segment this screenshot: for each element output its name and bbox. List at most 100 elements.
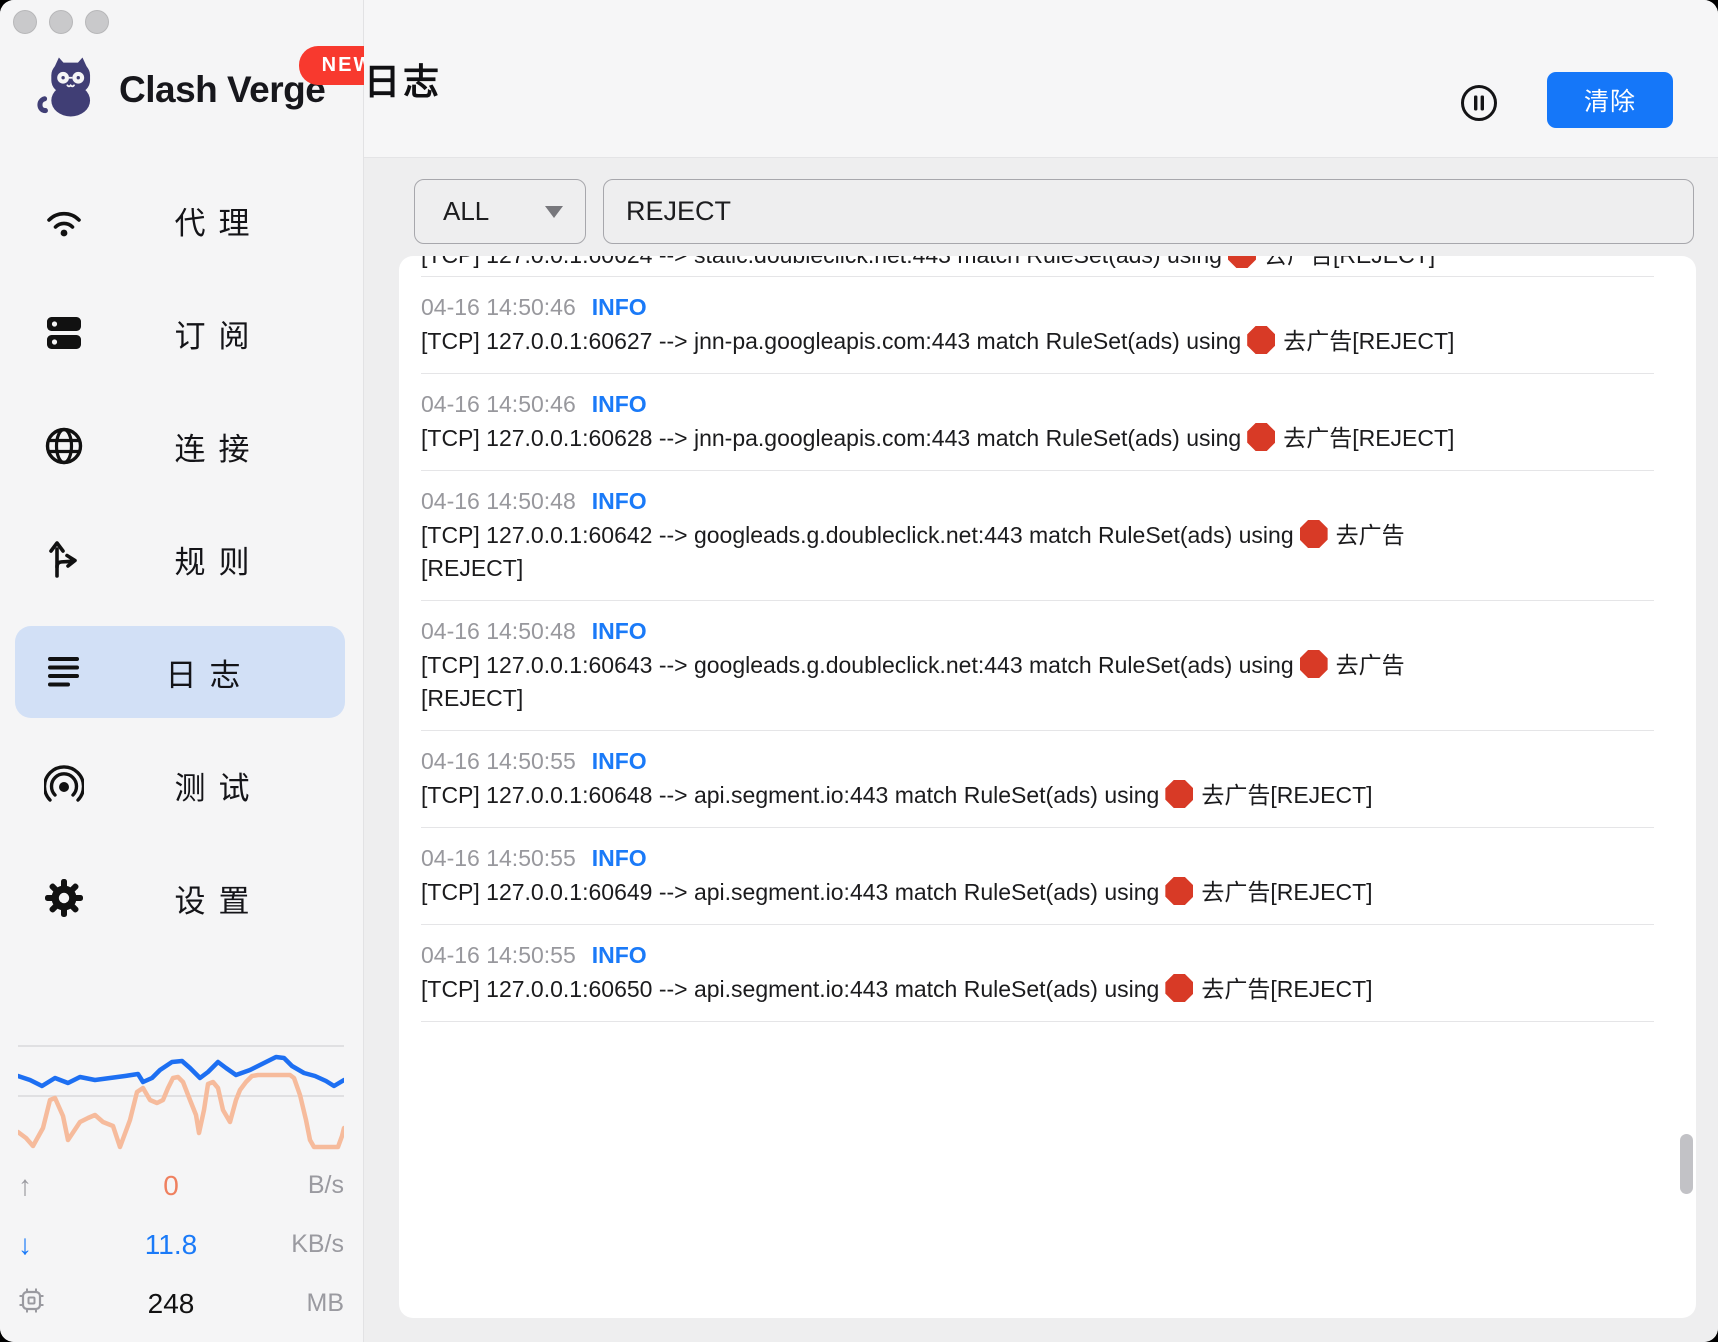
log-message: [TCP] 127.0.0.1:60650 --> api.segment.io… — [421, 973, 1506, 1006]
stop-sign-icon — [1300, 520, 1328, 548]
stop-sign-icon — [1247, 326, 1275, 354]
close-button[interactable] — [13, 10, 37, 34]
log-entry: 04-16 14:50:48 INFO [TCP] 127.0.0.1:6064… — [421, 471, 1654, 601]
chevron-down-icon — [545, 206, 563, 218]
subscription-icon — [40, 315, 88, 351]
sidebar-nav: 代理 订阅 — [0, 174, 363, 965]
log-level-badge: INFO — [592, 939, 647, 972]
sidebar-item-label: 规则 — [88, 537, 363, 582]
pause-logs-button[interactable] — [1458, 82, 1500, 124]
sidebar-item-subscription[interactable]: 订阅 — [0, 287, 363, 379]
log-timestamp: 04-16 14:50:55 — [421, 745, 576, 778]
gear-icon — [40, 878, 88, 918]
sidebar-item-label: 连接 — [88, 424, 363, 469]
log-entry: 04-16 14:50:55 INFO [TCP] 127.0.0.1:6064… — [421, 731, 1654, 828]
log-timestamp: 04-16 14:50:55 — [421, 939, 576, 972]
sidebar-item-connections[interactable]: 连接 — [0, 400, 363, 492]
pause-circle-icon — [1458, 112, 1500, 127]
log-entry: 04-16 14:50:55 INFO [TCP] 127.0.0.1:6065… — [421, 925, 1654, 1022]
log-level-badge: INFO — [592, 842, 647, 875]
sidebar-item-test[interactable]: 测试 — [0, 739, 363, 831]
page-header: 日志 清除 — [364, 0, 1718, 158]
stop-sign-icon — [1247, 423, 1275, 451]
stop-sign-icon — [1165, 877, 1193, 905]
upload-value: 0 — [62, 1170, 280, 1202]
wifi-icon — [40, 203, 88, 237]
memory-value: 248 — [62, 1288, 280, 1320]
log-entry: [TCP] 127.0.0.1:60624 --> static.doublec… — [421, 256, 1654, 277]
cpu-icon — [18, 1287, 62, 1321]
log-entry: 04-16 14:50:48 INFO [TCP] 127.0.0.1:6064… — [421, 601, 1654, 731]
speedtest-icon — [40, 765, 88, 805]
log-filter-input[interactable] — [603, 179, 1694, 244]
page-title: 日志 — [364, 53, 442, 105]
memory-unit: MB — [280, 1289, 344, 1318]
memory-stat: 248 MB — [18, 1274, 344, 1333]
log-message: [TCP] 127.0.0.1:60624 --> static.doublec… — [421, 256, 1506, 272]
log-message: [TCP] 127.0.0.1:60642 --> googleads.g.do… — [421, 519, 1506, 585]
sidebar: Clash Verge NEW 代理 — [0, 0, 364, 1342]
sidebar-item-label: 日志 — [88, 650, 345, 695]
traffic-graph — [18, 1040, 344, 1160]
log-timestamp: 04-16 14:50:48 — [421, 485, 576, 518]
brand: Clash Verge NEW — [37, 50, 325, 129]
rules-fork-icon — [40, 539, 88, 579]
log-message: [TCP] 127.0.0.1:60627 --> jnn-pa.googlea… — [421, 325, 1506, 358]
stop-sign-icon — [1228, 256, 1256, 268]
log-entry-meta: 04-16 14:50:46 INFO — [421, 388, 1654, 421]
download-stat: ↓ 11.8 KB/s — [18, 1215, 344, 1274]
sidebar-item-label: 订阅 — [88, 311, 363, 356]
logs-content: ALL [TCP] 127.0.0.1:60624 --> static.dou… — [364, 158, 1718, 1342]
log-timestamp: 04-16 14:50:55 — [421, 842, 576, 875]
sidebar-item-settings[interactable]: 设置 — [0, 852, 363, 944]
window-controls — [13, 10, 109, 34]
stop-sign-icon — [1165, 780, 1193, 808]
log-entry: 04-16 14:50:46 INFO [TCP] 127.0.0.1:6062… — [421, 374, 1654, 471]
log-entry-meta: 04-16 14:50:55 INFO — [421, 745, 1654, 778]
clear-logs-button[interactable]: 清除 — [1547, 72, 1673, 128]
globe-icon — [40, 426, 88, 466]
logs-lines-icon — [40, 656, 88, 688]
sidebar-item-logs[interactable]: 日志 — [15, 626, 345, 718]
log-level-badge: INFO — [592, 291, 647, 324]
cat-logo-icon — [37, 50, 101, 129]
log-level-badge: INFO — [592, 485, 647, 518]
log-message: [TCP] 127.0.0.1:60648 --> api.segment.io… — [421, 779, 1506, 812]
stop-sign-icon — [1165, 974, 1193, 1002]
log-message: [TCP] 127.0.0.1:60649 --> api.segment.io… — [421, 876, 1506, 909]
app-window: Clash Verge NEW 代理 — [0, 0, 1718, 1342]
log-level-badge: INFO — [592, 388, 647, 421]
log-level-selected: ALL — [443, 196, 545, 227]
sidebar-item-label: 设置 — [88, 876, 363, 921]
stop-sign-icon — [1300, 650, 1328, 678]
main-panel: 日志 清除 ALL [TCP] 127.0.0 — [364, 0, 1718, 1342]
sidebar-item-label: 代理 — [88, 198, 363, 243]
traffic-stats: ↑ 0 B/s ↓ 11.8 KB/s — [18, 1156, 344, 1333]
log-entry-meta: 04-16 14:50:48 INFO — [421, 485, 1654, 518]
log-card: [TCP] 127.0.0.1:60624 --> static.doublec… — [399, 256, 1696, 1318]
log-message: [TCP] 127.0.0.1:60643 --> googleads.g.do… — [421, 649, 1506, 715]
upload-line — [18, 1075, 344, 1147]
log-entry: 04-16 14:50:55 INFO [TCP] 127.0.0.1:6064… — [421, 828, 1654, 925]
zoom-button[interactable] — [85, 10, 109, 34]
sidebar-item-label: 测试 — [88, 763, 363, 808]
download-unit: KB/s — [280, 1230, 344, 1259]
upload-unit: B/s — [280, 1171, 344, 1200]
minimize-button[interactable] — [49, 10, 73, 34]
sidebar-item-proxy[interactable]: 代理 — [0, 174, 363, 266]
app-title: Clash Verge — [119, 69, 325, 111]
log-timestamp: 04-16 14:50:48 — [421, 615, 576, 648]
log-entry: 04-16 14:50:46 INFO [TCP] 127.0.0.1:6062… — [421, 277, 1654, 374]
arrow-down-icon: ↓ — [18, 1229, 62, 1261]
log-entry-meta: 04-16 14:50:55 INFO — [421, 842, 1654, 875]
arrow-up-icon: ↑ — [18, 1170, 62, 1202]
log-timestamp: 04-16 14:50:46 — [421, 388, 576, 421]
sidebar-item-rules[interactable]: 规则 — [0, 513, 363, 605]
log-timestamp: 04-16 14:50:46 — [421, 291, 576, 324]
upload-stat: ↑ 0 B/s — [18, 1156, 344, 1215]
log-message: [TCP] 127.0.0.1:60628 --> jnn-pa.googlea… — [421, 422, 1506, 455]
log-entry-meta: 04-16 14:50:48 INFO — [421, 615, 1654, 648]
scrollbar-thumb[interactable] — [1680, 1134, 1693, 1194]
log-entry-meta: 04-16 14:50:46 INFO — [421, 291, 1654, 324]
log-level-select[interactable]: ALL — [414, 179, 586, 244]
